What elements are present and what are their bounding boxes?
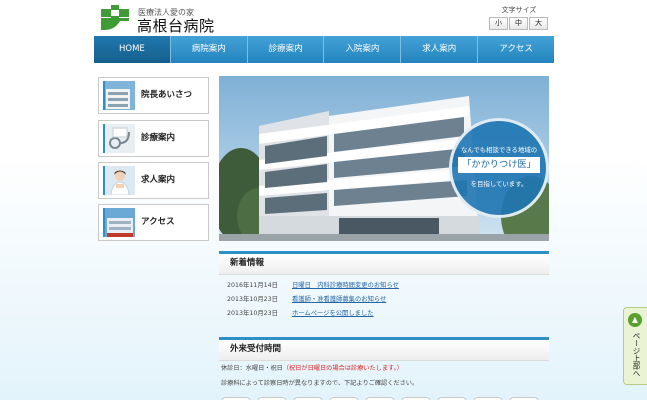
news-item: 2016年11月14日 日曜日 内科診療時間変更のお知らせ [227, 280, 399, 291]
hours-section-header: 外来受付時間 [219, 337, 549, 361]
nav-access[interactable]: アクセス [477, 36, 554, 63]
news-section-title: 新着情報 [230, 258, 265, 268]
news-link[interactable]: ホームページを公開しました [292, 310, 374, 317]
news-item: 2013年10月23日 ホームページを公開しました [227, 308, 374, 319]
news-section-header: 新着情報 [219, 251, 549, 275]
news-item: 2013年10月23日 看護師・准看護師募集のお知らせ [227, 294, 386, 305]
hours-section-title: 外来受付時間 [230, 344, 282, 354]
news-link[interactable]: 看護師・准看護師募集のお知らせ [292, 296, 386, 303]
hero-line-2: 「かかりつけ医」 [458, 157, 540, 173]
sidebar-item-label: アクセス [141, 217, 175, 227]
closed-days-label: 休診日：水曜日・祝日 [221, 365, 283, 372]
font-size-switcher: 文字サイズ 小 中 大 [489, 6, 549, 30]
nav-hospital-guide[interactable]: 病院案内 [169, 36, 247, 63]
hours-note: 診療科によって診察日時が異なりますので、下記よりご確認ください。 [221, 380, 419, 387]
arrow-up-icon: ▲ [628, 313, 642, 327]
font-size-large-button[interactable]: 大 [529, 17, 548, 30]
sidebar-item-access[interactable]: アクセス [98, 204, 209, 241]
news-date: 2016年11月14日 [227, 282, 278, 289]
map-photo-icon [103, 208, 135, 237]
page-top-label: ページ上部へ [632, 332, 641, 377]
logo-title: 高根台病院 [137, 17, 215, 35]
closed-days-note: （祝日が日曜日の場合は診療いたします。） [282, 365, 403, 372]
hero-line-1: なんでも相談できる地域の [460, 146, 538, 154]
hours-closed-days: 休診日：水曜日・祝日（祝日が日曜日の場合は診療いたします。） [221, 363, 403, 374]
hero-image: なんでも相談できる地域の 「かかりつけ医」 を目指しています。 [219, 76, 549, 241]
news-date: 2013年10月23日 [227, 310, 278, 317]
font-size-medium-button[interactable]: 中 [509, 17, 528, 30]
sidebar-item-greeting[interactable]: 院長あいさつ [98, 77, 209, 114]
medical-cross-icon [101, 5, 129, 30]
nav-admission-guide[interactable]: 入院案内 [323, 36, 401, 63]
news-link[interactable]: 日曜日 内科診療時間変更のお知らせ [292, 282, 399, 289]
page-top-button[interactable]: ▲ ページ上部へ [623, 307, 647, 385]
news-date: 2013年10月23日 [227, 296, 278, 303]
building-photo-icon [103, 81, 135, 110]
nurse-photo-icon [103, 166, 135, 195]
hero-catchphrase-badge: なんでも相談できる地域の 「かかりつけ医」 を目指しています。 [449, 118, 549, 218]
font-size-small-button[interactable]: 小 [489, 17, 508, 30]
sidebar-item-medical[interactable]: 診療案内 [98, 120, 209, 157]
sidebar-item-label: 院長あいさつ [141, 90, 193, 100]
global-nav: HOME 病院案内 診療案内 入院案内 求人案内 アクセス [94, 36, 554, 63]
nav-medical-guide[interactable]: 診療案内 [246, 36, 324, 63]
stethoscope-photo-icon [103, 124, 135, 153]
sidebar-item-recruit[interactable]: 求人案内 [98, 162, 209, 199]
font-size-label: 文字サイズ [501, 6, 537, 14]
nav-home[interactable]: HOME [94, 36, 170, 63]
hero-line-3: を目指しています。 [470, 180, 528, 188]
nav-recruit[interactable]: 求人案内 [400, 36, 478, 63]
hospital-logo[interactable]: 医療法人愛の家 高根台病院 [98, 5, 268, 35]
sidebar-item-label: 求人案内 [141, 175, 176, 185]
sidebar-item-label: 診療案内 [141, 133, 176, 143]
